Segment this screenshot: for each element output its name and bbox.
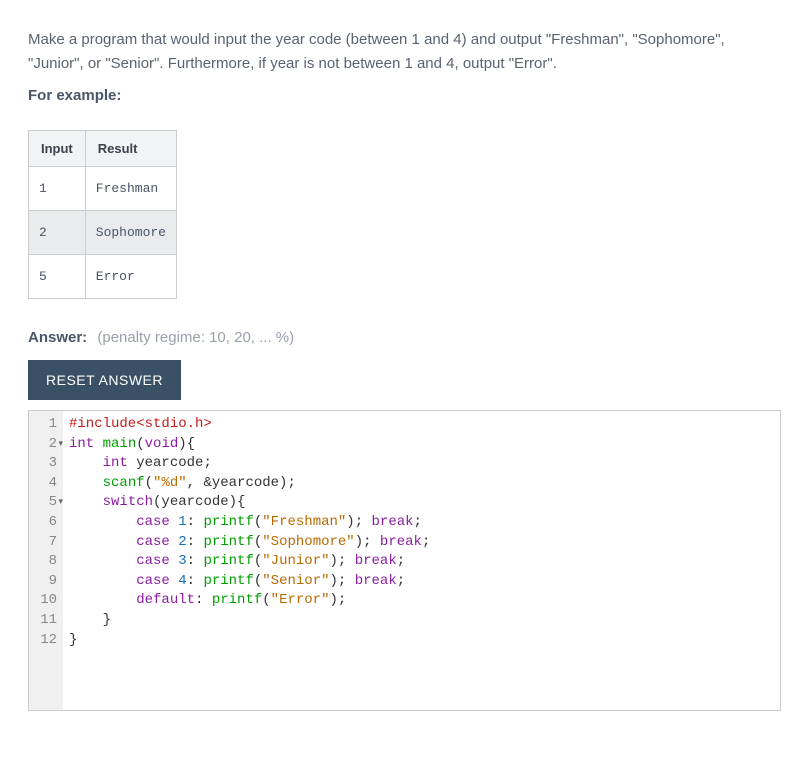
t: } [69, 612, 111, 628]
penalty-text: (penalty regime: 10, 20, ... %) [97, 329, 294, 346]
t: main [103, 436, 137, 452]
line-number: 1 [35, 415, 57, 435]
description-text: Make a program that would input the year… [28, 31, 725, 72]
t: case [136, 534, 170, 550]
question-description: Make a program that would input the year… [28, 28, 781, 108]
t: switch [103, 494, 153, 510]
line-number: 10 [35, 591, 57, 611]
cell-input: 5 [29, 255, 86, 299]
t: int [103, 455, 128, 471]
t: void [145, 436, 179, 452]
cell-result: Sophomore [85, 211, 176, 255]
example-table: Input Result 1 Freshman 2 Sophomore 5 Er… [28, 130, 177, 299]
t: "Junior" [262, 553, 329, 569]
t: "Senior" [262, 573, 329, 589]
line-number: 11 [35, 611, 57, 631]
t: printf [203, 573, 253, 589]
code-editor[interactable]: 1 2 3 4 5 6 7 8 9 10 11 12 #include<stdi… [28, 410, 781, 711]
t: #include [69, 416, 136, 432]
t: case [136, 553, 170, 569]
table-row: 2 Sophomore [29, 211, 177, 255]
line-number: 12 [35, 631, 57, 651]
answer-row: Answer: (penalty regime: 10, 20, ... %) [28, 329, 781, 346]
line-number: 2 [35, 435, 57, 455]
t: } [69, 632, 77, 648]
table-row: 5 Error [29, 255, 177, 299]
t: scanf [103, 475, 145, 491]
t: printf [203, 534, 253, 550]
header-result: Result [85, 131, 176, 167]
t: case [136, 514, 170, 530]
line-number: 9 [35, 572, 57, 592]
t: ){ [178, 436, 195, 452]
line-number: 4 [35, 474, 57, 494]
cell-result: Error [85, 255, 176, 299]
t: yearcode; [128, 455, 212, 471]
t: <stdio.h> [136, 416, 212, 432]
t: break [380, 534, 422, 550]
answer-label: Answer: [28, 329, 87, 346]
line-number: 8 [35, 552, 57, 572]
line-gutter: 1 2 3 4 5 6 7 8 9 10 11 12 [29, 411, 63, 710]
t: , &yearcode); [187, 475, 296, 491]
t: printf [212, 592, 262, 608]
t: "Error" [271, 592, 330, 608]
t: (yearcode){ [153, 494, 245, 510]
t: 4 [178, 573, 186, 589]
t: default [136, 592, 195, 608]
header-input: Input [29, 131, 86, 167]
table-header-row: Input Result [29, 131, 177, 167]
line-number: 7 [35, 533, 57, 553]
line-number: 5 [35, 493, 57, 513]
t: "Sophomore" [262, 534, 354, 550]
table-row: 1 Freshman [29, 167, 177, 211]
t: int [69, 436, 94, 452]
code-text[interactable]: #include<stdio.h> int main(void){ int ye… [63, 411, 780, 710]
t: 3 [178, 553, 186, 569]
line-number: 3 [35, 454, 57, 474]
t: printf [203, 514, 253, 530]
t: break [355, 573, 397, 589]
t: "Freshman" [262, 514, 346, 530]
t: 2 [178, 534, 186, 550]
cell-input: 1 [29, 167, 86, 211]
t: printf [203, 553, 253, 569]
t: "%d" [153, 475, 187, 491]
cell-input: 2 [29, 211, 86, 255]
line-number: 6 [35, 513, 57, 533]
example-label: For example: [28, 84, 781, 108]
t: case [136, 573, 170, 589]
t: break [372, 514, 414, 530]
question-container: Make a program that would input the year… [0, 0, 809, 771]
t: break [355, 553, 397, 569]
reset-answer-button[interactable]: RESET ANSWER [28, 360, 181, 400]
t: 1 [178, 514, 186, 530]
cell-result: Freshman [85, 167, 176, 211]
